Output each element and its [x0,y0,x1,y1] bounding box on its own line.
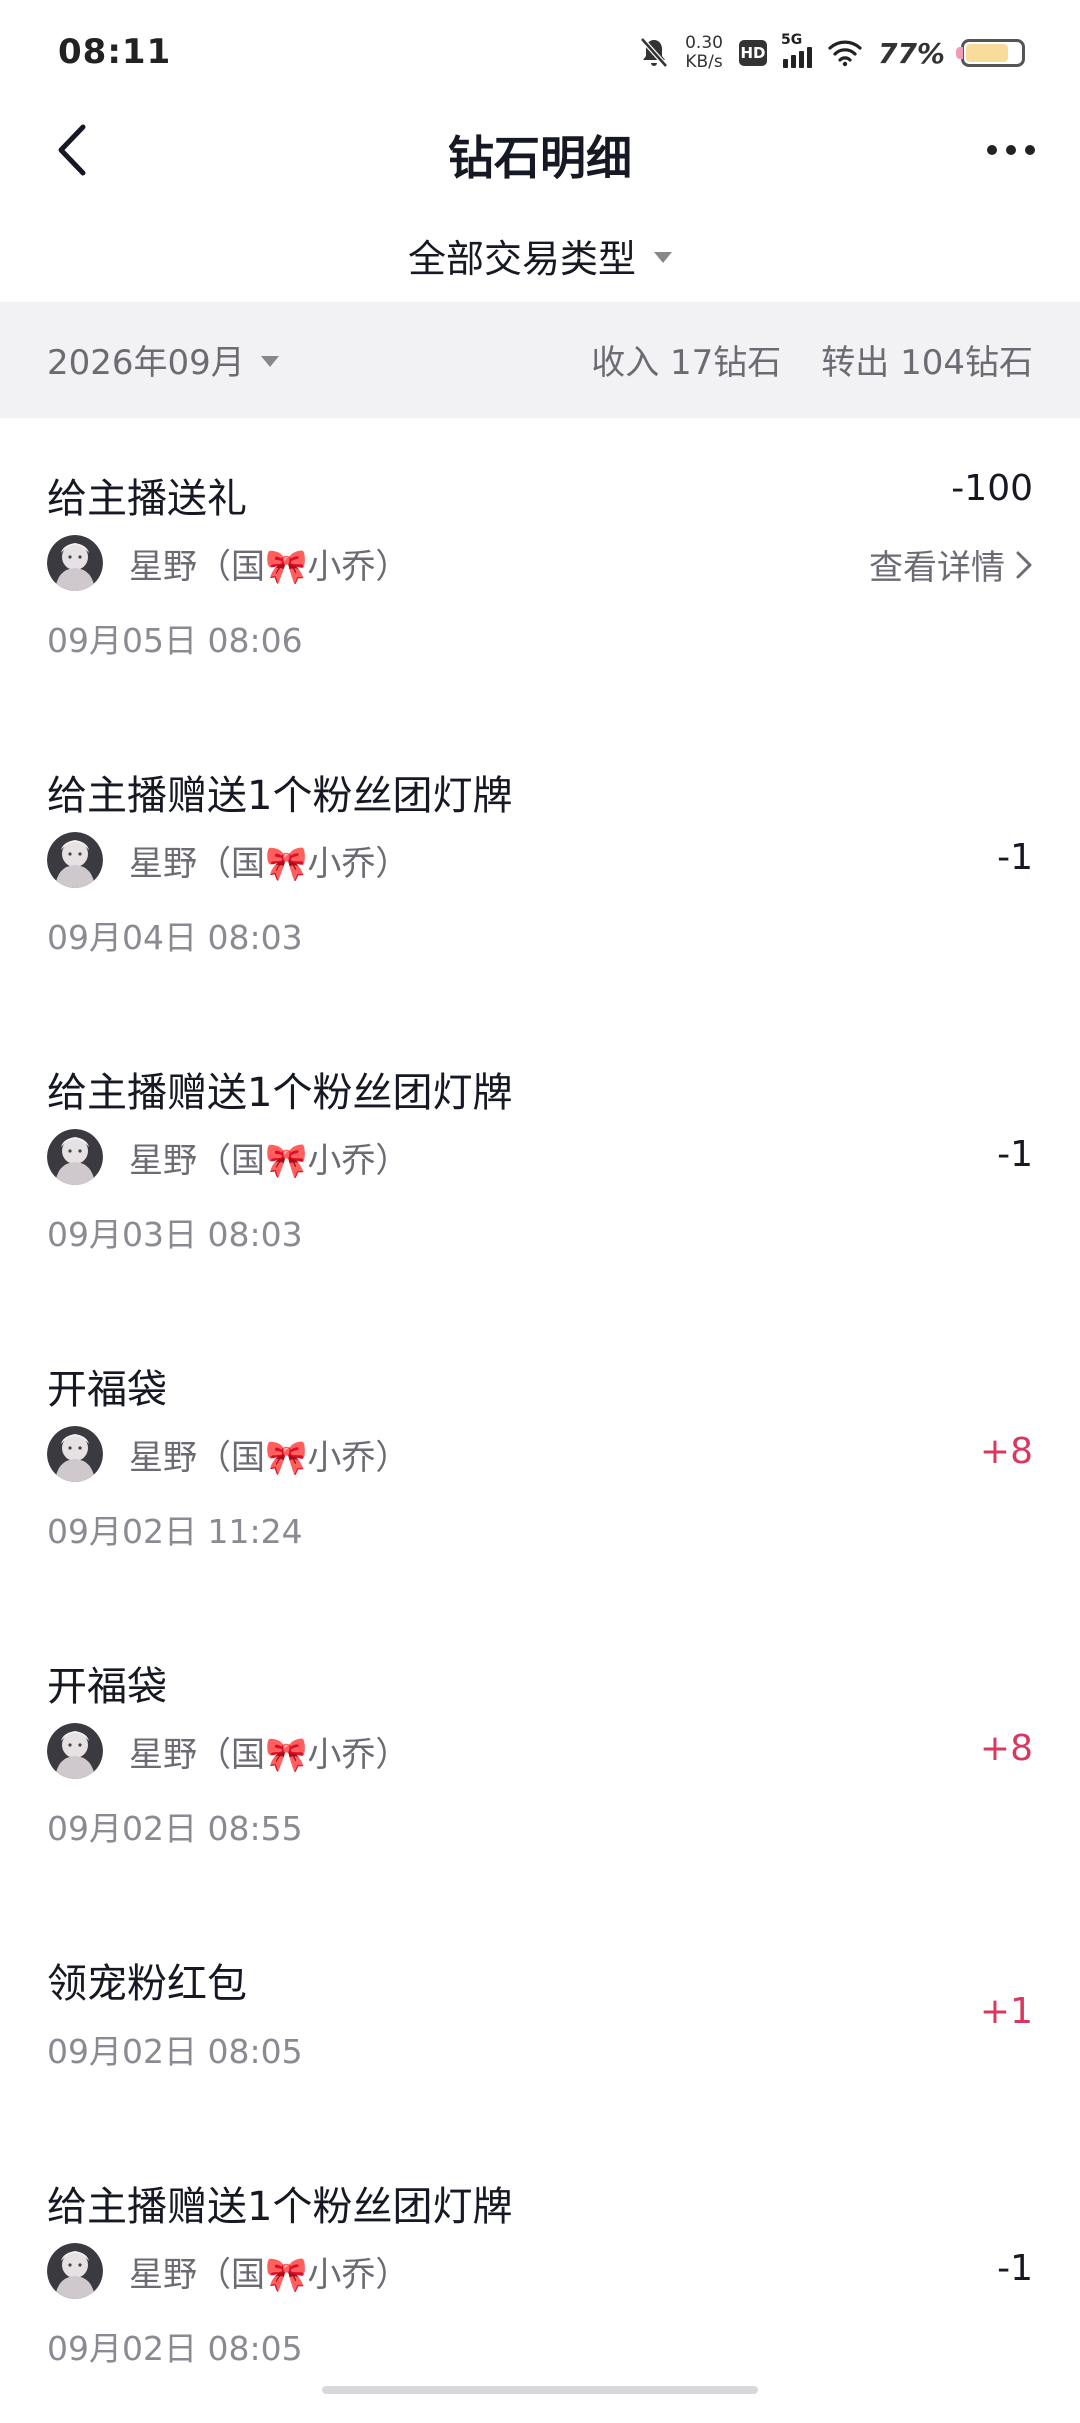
bell-muted-icon [640,37,668,68]
user-name: 星野（国🎀小乔） [129,1734,410,1775]
transaction-user: 星野（国🎀小乔） [47,1723,409,1779]
network-type: 5G [780,32,803,48]
battery-level [966,44,1008,62]
transaction-item[interactable]: 领宠粉红包 09月02日 08:05 +1 [0,1903,1080,2126]
user-name: 星野（国🎀小乔） [129,2254,410,2295]
month-label: 2026年09月 [47,343,245,383]
transaction-user: 星野（国🎀小乔） [47,2243,409,2299]
summary-totals: 收入 17钻石 转出 104钻石 [591,335,1033,384]
wifi-icon [828,40,862,67]
income-total: 收入 17钻石 [591,343,782,383]
transaction-title: 给主播赠送1个粉丝团灯牌 [47,2184,513,2230]
caret-down-icon [654,251,672,263]
transaction-title: 开福袋 [47,1367,167,1413]
network-speed-unit: KB/s [685,52,723,72]
network-speed-value: 0.30 [685,33,723,53]
transaction-user: 星野（国🎀小乔） [47,1129,409,1185]
transaction-amount: -1 [997,2248,1033,2289]
caret-down-icon [260,356,279,367]
transaction-title: 给主播赠送1个粉丝团灯牌 [47,1070,513,1116]
more-dots-icon [987,145,997,155]
user-name: 星野（国🎀小乔） [129,1140,410,1181]
transaction-title: 开福袋 [47,1664,167,1710]
transaction-time: 09月03日 08:03 [47,1215,303,1254]
transaction-amount: -1 [997,1134,1033,1175]
transaction-time: 09月04日 08:03 [47,918,303,957]
avatar [47,832,103,888]
transaction-time: 09月02日 08:05 [47,2329,303,2368]
transaction-item[interactable]: 开福袋星野（国🎀小乔） 09月02日 11:24 +8 [0,1309,1080,1606]
transaction-user: 星野（国🎀小乔） [47,1426,409,1482]
month-selector[interactable]: 2026年09月 [47,335,279,384]
transaction-item[interactable]: 给主播赠送1个粉丝团灯牌星野（国🎀小乔） 09月04日 08:03 -1 [0,715,1080,1012]
avatar [47,1129,103,1185]
user-name: 星野（国🎀小乔） [129,843,410,884]
transaction-title: 给主播赠送1个粉丝团灯牌 [47,773,513,819]
status-time: 08:11 [58,32,172,72]
avatar [47,535,103,591]
status-bar: 08:11 0.30 KB/s HD 5G 77% [0,0,1080,100]
battery-percent: 77% [877,36,945,70]
more-button[interactable] [976,120,1046,180]
transaction-title: 给主播送礼 [47,476,247,522]
transaction-time: 09月05日 08:06 [47,621,303,660]
battery-icon [956,39,1025,67]
avatar [47,2243,103,2299]
avatar [47,1723,103,1779]
transaction-type-filter[interactable]: 全部交易类型 [0,220,1080,290]
home-indicator[interactable] [322,2386,758,2394]
transaction-item[interactable]: 给主播送礼星野（国🎀小乔） 09月05日 08:06 查看详情 -100 [0,418,1080,715]
transaction-item[interactable]: 给主播赠送1个粉丝团灯牌星野（国🎀小乔） 09月02日 08:05 -1 [0,2126,1080,2423]
filter-label: 全部交易类型 [407,236,636,281]
transaction-amount: +8 [979,1431,1033,1472]
transaction-user: 星野（国🎀小乔） [47,832,409,888]
transaction-time: 09月02日 08:55 [47,1809,303,1848]
chevron-right-icon [1016,551,1032,578]
transaction-time: 09月02日 11:24 [47,1512,303,1551]
user-name: 星野（国🎀小乔） [129,1437,410,1478]
transaction-item[interactable]: 开福袋星野（国🎀小乔） 09月02日 08:55 +8 [0,1606,1080,1903]
transaction-amount: -100 [951,468,1033,509]
status-icons: 0.30 KB/s HD 5G 77% [639,28,1025,78]
transaction-time: 09月02日 08:05 [47,2032,303,2071]
network-speed: 0.30 KB/s [685,34,723,72]
view-details-link[interactable]: 查看详情 [869,540,1033,589]
transaction-title: 领宠粉红包 [47,1961,247,2007]
transaction-amount: +1 [979,1991,1033,2032]
transaction-amount: -1 [997,837,1033,878]
transaction-user: 星野（国🎀小乔） [47,535,409,591]
outgoing-total: 转出 104钻石 [821,343,1033,383]
app-header: 钻石明细 [0,100,1080,200]
summary-bar: 2026年09月 收入 17钻石 转出 104钻石 [0,302,1080,418]
hd-badge: HD [738,40,767,66]
transaction-amount: +8 [979,1728,1033,1769]
signal-icon: 5G [781,32,812,68]
view-details-label: 查看详情 [869,548,1005,588]
user-name: 星野（国🎀小乔） [129,546,410,587]
transaction-item[interactable]: 给主播赠送1个粉丝团灯牌星野（国🎀小乔） 09月03日 08:03 -1 [0,1012,1080,1309]
avatar [47,1426,103,1482]
page-title: 钻石明细 [448,131,632,185]
